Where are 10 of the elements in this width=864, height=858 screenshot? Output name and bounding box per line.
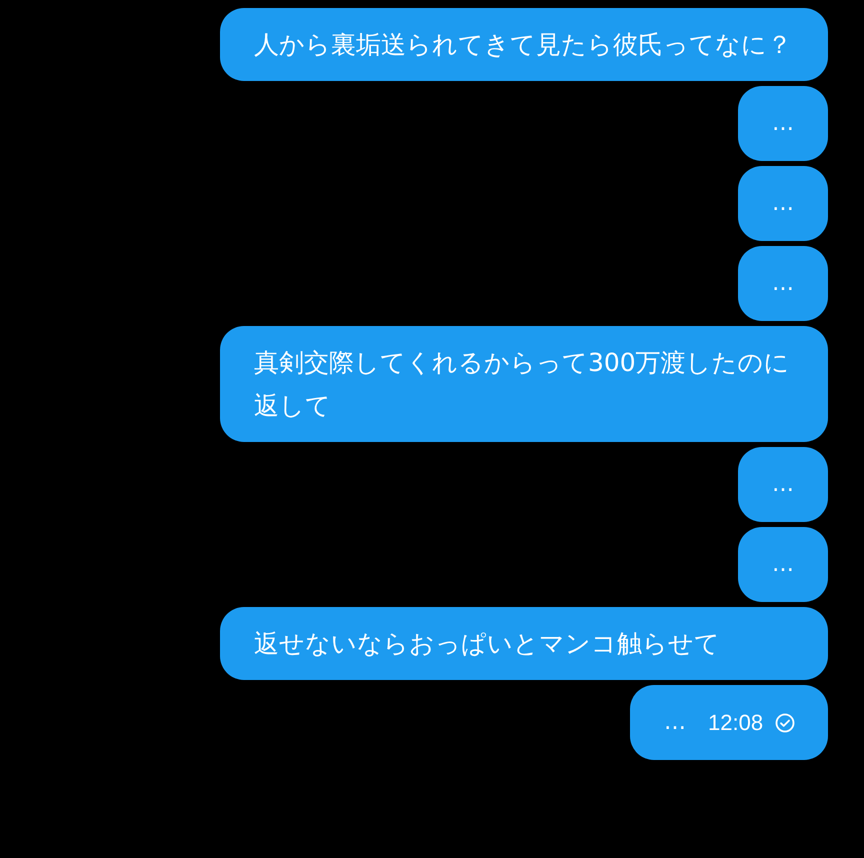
ellipsis-text: … bbox=[664, 710, 686, 735]
ellipsis-bubble: … bbox=[738, 166, 828, 241]
message-bubble: 返せないならおっぱいとマンコ触らせて bbox=[220, 607, 828, 680]
message-time: 12:08 bbox=[708, 710, 764, 736]
message-bubble: 人から裏垢送られてきて見たら彼氏ってなに？ bbox=[220, 8, 828, 81]
ellipsis-bubble: … bbox=[738, 86, 828, 161]
ellipsis-bubble: … bbox=[738, 527, 828, 602]
ellipsis-bubble: … bbox=[738, 246, 828, 321]
ellipsis-bubble: … bbox=[738, 447, 828, 522]
message-bubble: 真剣交際してくれるからって300万渡したのに返して bbox=[220, 326, 828, 442]
